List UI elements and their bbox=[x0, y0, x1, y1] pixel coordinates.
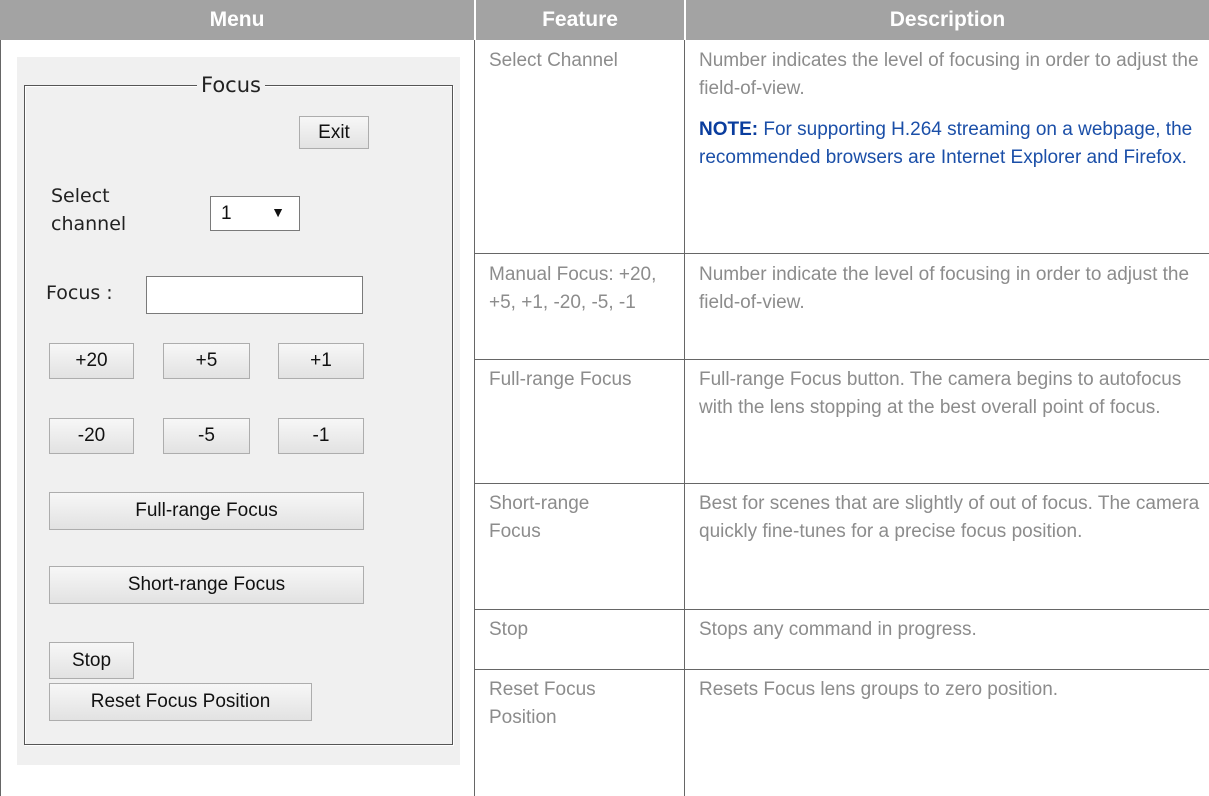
select-channel-label: Select channel bbox=[51, 185, 127, 235]
channel-select[interactable]: 1 ▼ bbox=[210, 196, 300, 231]
plus-5-button[interactable]: +5 bbox=[163, 343, 250, 379]
table-row-stop-description: Stops any command in progress. bbox=[699, 619, 977, 640]
note-label: NOTE: bbox=[699, 119, 759, 140]
table-left-border bbox=[0, 40, 1, 796]
focus-legend: Focus bbox=[197, 71, 265, 99]
focus-label: Focus : bbox=[46, 282, 113, 304]
note-text: NOTE: For supporting H.264 streaming on … bbox=[699, 116, 1204, 172]
table-row-select-channel-feature: Select Channel bbox=[489, 50, 618, 71]
minus-1-button[interactable]: -1 bbox=[278, 418, 364, 454]
full-range-focus-button[interactable]: Full-range Focus bbox=[49, 492, 364, 530]
row-divider bbox=[474, 359, 1209, 360]
table-row-stop-feature: Stop bbox=[489, 619, 529, 640]
row-divider bbox=[474, 253, 1209, 254]
row-divider bbox=[474, 609, 1209, 610]
table-row-manual-focus-feature: Manual Focus: +20, +5, +1, -20, -5, -1 bbox=[489, 264, 657, 313]
plus-20-button[interactable]: +20 bbox=[49, 343, 134, 379]
row-divider bbox=[474, 483, 1209, 484]
table-row-short-range-description: Best for scenes that are slightly of out… bbox=[699, 493, 1200, 542]
table-row-full-range-description: Full-range Focus button. The camera begi… bbox=[699, 369, 1182, 418]
table-row-short-range-feature: Short-range Focus bbox=[489, 493, 590, 542]
channel-select-value: 1 bbox=[221, 202, 232, 224]
header-menu: Menu bbox=[0, 0, 474, 40]
table-row-reset-feature: Reset Focus Position bbox=[489, 679, 596, 728]
plus-1-button[interactable]: +1 bbox=[278, 343, 364, 379]
stop-button[interactable]: Stop bbox=[49, 642, 134, 679]
note-body: For supporting H.264 streaming on a webp… bbox=[699, 119, 1193, 168]
reset-focus-position-button[interactable]: Reset Focus Position bbox=[49, 683, 312, 721]
short-range-focus-button[interactable]: Short-range Focus bbox=[49, 566, 364, 604]
column-divider-feature bbox=[684, 40, 685, 796]
exit-button[interactable]: Exit bbox=[299, 116, 369, 149]
minus-20-button[interactable]: -20 bbox=[49, 418, 134, 454]
table-row-full-range-feature: Full-range Focus bbox=[489, 369, 632, 390]
focus-input[interactable] bbox=[146, 276, 363, 314]
table-row-manual-focus-description: Number indicate the level of focusing in… bbox=[699, 264, 1190, 313]
column-divider-menu bbox=[474, 40, 475, 796]
table-row-select-channel-description: Number indicates the level of focusing i… bbox=[699, 47, 1204, 172]
row-divider bbox=[474, 669, 1209, 670]
header-description: Description bbox=[686, 0, 1209, 40]
table-row-reset-description: Resets Focus lens groups to zero positio… bbox=[699, 679, 1059, 700]
minus-5-button[interactable]: -5 bbox=[163, 418, 250, 454]
chevron-down-icon: ▼ bbox=[271, 204, 285, 220]
description-text: Number indicates the level of focusing i… bbox=[699, 50, 1199, 99]
header-feature: Feature bbox=[476, 0, 684, 40]
